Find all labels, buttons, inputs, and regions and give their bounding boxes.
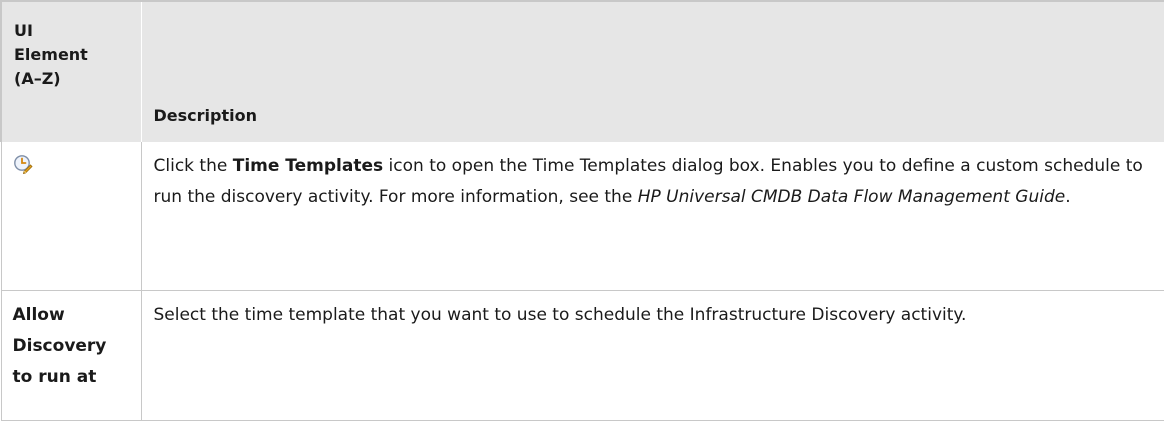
table-header-row: UI Element (A–Z) Description: [1, 1, 1164, 142]
description-text: .: [1065, 187, 1070, 207]
guide-reference: HP Universal CMDB Data Flow Management G…: [638, 187, 1066, 207]
element-cell: [1, 142, 141, 290]
time-templates-icon: [13, 154, 33, 174]
header-description-label: Description: [154, 104, 1164, 142]
element-label-line: Allow: [13, 300, 141, 331]
description-text: Select the time template that you want t…: [154, 305, 967, 325]
table-row: Click the Time Templates icon to open th…: [1, 142, 1164, 290]
description-cell: Select the time template that you want t…: [141, 290, 1164, 420]
header-element-col: UI Element (A–Z): [1, 1, 141, 142]
header-element-line: UI: [14, 19, 141, 43]
element-label-line: to run at: [13, 362, 141, 393]
description-text: Click the: [154, 156, 233, 176]
element-label-line: Discovery: [13, 331, 141, 362]
element-cell: Allow Discovery to run at: [1, 290, 141, 420]
table-row: Allow Discovery to run at Select the tim…: [1, 290, 1164, 420]
header-element-line: Element: [14, 43, 141, 67]
header-description-col: Description: [141, 1, 1164, 142]
time-templates-term: Time Templates: [233, 156, 383, 176]
header-element-line: (A–Z): [14, 67, 141, 91]
description-cell: Click the Time Templates icon to open th…: [141, 142, 1164, 290]
ui-elements-table: UI Element (A–Z) Description: [0, 0, 1164, 421]
